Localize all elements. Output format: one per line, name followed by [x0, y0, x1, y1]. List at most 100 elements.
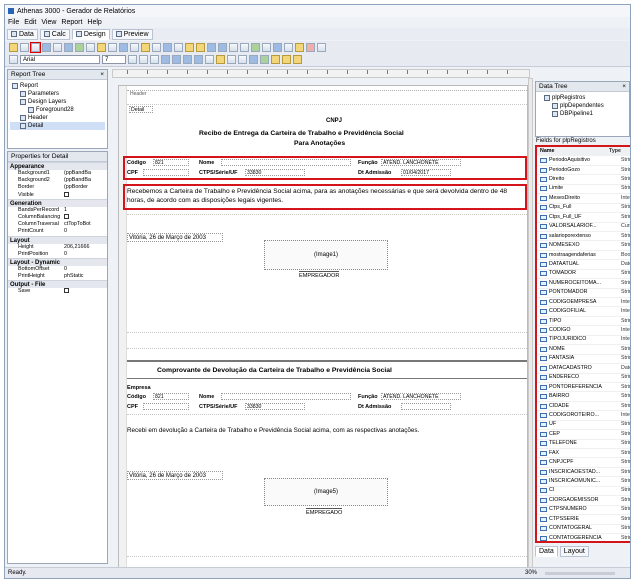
property-value[interactable]: ctTopToBot	[64, 221, 107, 228]
field-row[interactable]: NOME Strin	[537, 345, 630, 355]
field-row[interactable]: mostraagendaferias Book	[537, 251, 630, 261]
text-center-icon[interactable]	[172, 55, 181, 64]
field-row[interactable]: INSCRICAOMUNIC... Strin	[537, 477, 630, 487]
send-back-icon[interactable]	[196, 43, 205, 52]
space-icon[interactable]	[251, 43, 260, 52]
codigo-label-2[interactable]: Código	[127, 394, 146, 400]
property-group[interactable]: Layout - Dynamic	[8, 257, 107, 266]
crosstab-tool-icon[interactable]	[163, 43, 172, 52]
field-row[interactable]: CODIGOEMPRESA Integ	[537, 298, 630, 308]
field-row[interactable]: Ctps_Full_UF Strin	[537, 213, 630, 223]
text-left-icon[interactable]	[161, 55, 170, 64]
property-row[interactable]: Height 206,21666	[8, 244, 107, 251]
property-value[interactable]: 0	[64, 251, 107, 258]
font-name-combo[interactable]: Arial	[20, 55, 100, 64]
lock-icon[interactable]	[293, 55, 302, 64]
admissao-label[interactable]: Dt Admissão	[358, 170, 391, 176]
detail-label[interactable]: Detail	[129, 106, 153, 113]
signature-image-1[interactable]: (Image1)	[264, 240, 388, 270]
ctps-field-2[interactable]: 33830	[245, 403, 305, 410]
property-value[interactable]	[64, 288, 107, 295]
nome-field[interactable]	[221, 159, 351, 166]
line-color-icon[interactable]	[227, 55, 236, 64]
text-justify-icon[interactable]	[194, 55, 203, 64]
admissao-label-2[interactable]: Dt Admissão	[358, 404, 391, 410]
funcao-field-2[interactable]: ATEND. LANCHONETE	[381, 393, 461, 400]
property-row[interactable]: Background2 (ppBandBa	[8, 177, 107, 184]
field-row[interactable]: TELEFONE Strin	[537, 440, 630, 449]
property-value[interactable]: 1	[64, 207, 107, 214]
field-row[interactable]: CONTATOGERAL Strin	[537, 525, 630, 534]
return-title[interactable]: Comprovante de Devolução da Carteira de …	[157, 367, 392, 374]
property-value[interactable]	[64, 191, 107, 199]
pipeline-dbpipeline1[interactable]: DBPipeline1	[538, 110, 627, 118]
property-value[interactable]: (ppBandBa	[64, 170, 107, 177]
tree-item-header[interactable]: Header	[10, 114, 105, 122]
property-row[interactable]: Visible	[8, 191, 107, 199]
field-row[interactable]: NUMEROCEITOMA... Strin	[537, 279, 630, 289]
admissao-field-2[interactable]	[401, 403, 451, 410]
codigo-field-2[interactable]: 821	[153, 393, 189, 400]
field-row[interactable]: FANTASIA Strin	[537, 355, 630, 365]
tree-item-design-layers[interactable]: Design Layers	[10, 98, 105, 106]
memo-tool-icon[interactable]	[30, 42, 41, 53]
property-value[interactable]: 0	[64, 266, 107, 273]
empregado-label[interactable]: EMPREGADO	[306, 508, 343, 516]
property-row[interactable]: ColumnTraversal ctTopToBot	[8, 221, 107, 228]
body-text-memo[interactable]: Recebemos a Carteira de Trabalho e Previ…	[127, 187, 522, 205]
group-icon[interactable]	[271, 55, 280, 64]
property-row[interactable]: BottomOffset 0	[8, 266, 107, 273]
region-tool-icon[interactable]	[141, 43, 150, 52]
field-row[interactable]: DATAATUAL Date	[537, 260, 630, 270]
property-group[interactable]: Output - File	[8, 280, 107, 289]
field-row[interactable]: CODIGO Integ	[537, 326, 630, 336]
menu-report[interactable]: Report	[61, 19, 82, 26]
field-row[interactable]: CTPSNUMERO Strin	[537, 506, 630, 516]
header-band[interactable]: Header	[127, 90, 527, 97]
codigo-label[interactable]: Código	[127, 160, 146, 166]
property-row[interactable]: Background1 (ppBandBa	[8, 170, 107, 177]
font-color-icon[interactable]	[205, 55, 214, 64]
tab-design[interactable]: Design	[71, 28, 110, 40]
select-tool-icon[interactable]	[9, 43, 18, 52]
tree-item-report[interactable]: Report	[10, 82, 105, 90]
pipeline-plpregistros[interactable]: plpRegistros	[538, 94, 627, 102]
field-row[interactable]: PONTOMADOR Strin	[537, 289, 630, 298]
property-value[interactable]: 206,21666	[64, 244, 107, 251]
menu-edit[interactable]: Edit	[24, 19, 36, 26]
field-row[interactable]: CEP Strin	[537, 430, 630, 440]
font-size-combo[interactable]: 7	[102, 55, 126, 64]
report-title[interactable]: Recibo de Entrega da Carteira de Trabalh…	[199, 130, 404, 137]
highlight-color-icon[interactable]	[216, 55, 225, 64]
field-row[interactable]: salarioporextenso Strin	[537, 232, 630, 242]
tab-data[interactable]: Data	[7, 28, 38, 40]
image-tool-icon[interactable]	[64, 43, 73, 52]
funcao-field[interactable]: ATEND. LANCHONETE	[381, 159, 461, 166]
align-top-icon[interactable]	[229, 43, 238, 52]
body-text-memo-2[interactable]: Recebi em devolução a Carteira de Trabal…	[127, 427, 419, 434]
fields-col-name[interactable]: Name	[537, 147, 609, 156]
align-right-icon[interactable]	[218, 43, 227, 52]
empresa-label[interactable]: Empresa	[127, 385, 151, 391]
field-row[interactable]: PeriodoGozo Strin	[537, 166, 630, 176]
paste-icon[interactable]	[295, 43, 304, 52]
field-row[interactable]: CODIGOFILIAL Integ	[537, 307, 630, 317]
size-icon[interactable]	[262, 43, 271, 52]
field-row[interactable]: NOMESEXO Strin	[537, 241, 630, 251]
place-date-1[interactable]: Vitória, 26 de Março de 2003	[127, 233, 223, 242]
field-row[interactable]: BAIRRO Strin	[537, 392, 630, 402]
field-row[interactable]: VALORSALARIOF... Curre	[537, 223, 630, 232]
zoom-slider[interactable]	[545, 572, 615, 575]
ctps-label[interactable]: CTPS/Série/UF	[199, 170, 238, 176]
field-row[interactable]: ENDERECO Strin	[537, 374, 630, 383]
shape-tool-icon[interactable]	[75, 43, 84, 52]
cpf-label-2[interactable]: CPF	[127, 404, 138, 410]
bring-front-icon[interactable]	[185, 43, 194, 52]
property-value[interactable]: (ppBandBa	[64, 177, 107, 184]
report-subtitle[interactable]: Para Anotações	[294, 140, 345, 147]
property-group[interactable]: Appearance	[8, 162, 107, 170]
property-row[interactable]: PrintCount 0	[8, 228, 107, 235]
menu-file[interactable]: File	[8, 19, 19, 26]
field-row[interactable]: CNPJCPF Strin	[537, 458, 630, 468]
field-row[interactable]: CTPSSERIE Strin	[537, 515, 630, 525]
